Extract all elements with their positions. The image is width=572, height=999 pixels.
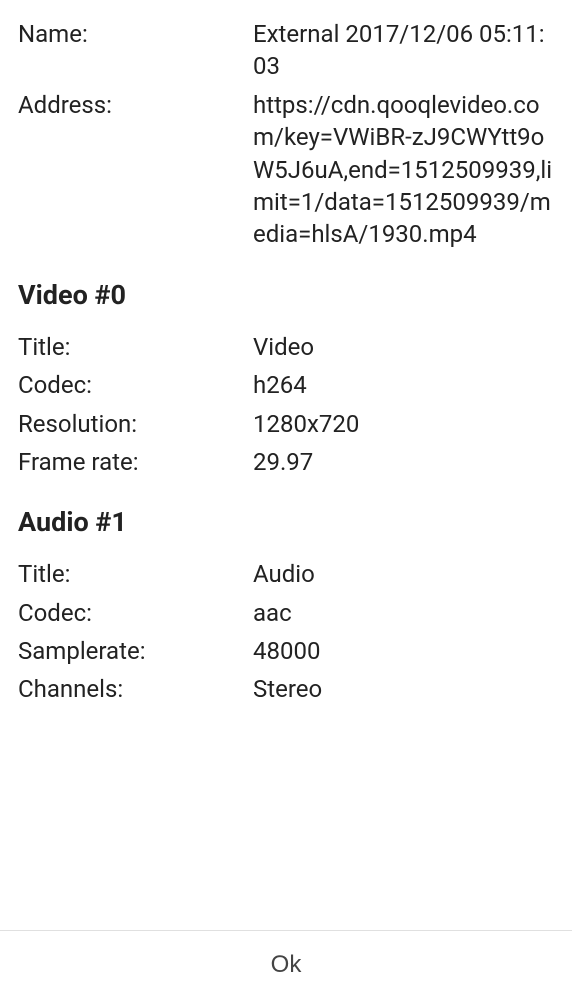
video-section-title: Video #0 xyxy=(18,279,554,311)
video-codec-row: Codec: h264 xyxy=(18,369,554,401)
audio-title-row: Title: Audio xyxy=(18,558,554,590)
video-title-value: Video xyxy=(253,331,554,363)
name-value: External 2017/12/06 05:11:03 xyxy=(253,18,554,83)
audio-title-value: Audio xyxy=(253,558,554,590)
video-codec-value: h264 xyxy=(253,369,554,401)
video-resolution-row: Resolution: 1280x720 xyxy=(18,408,554,440)
name-label: Name: xyxy=(18,18,253,83)
audio-samplerate-row: Samplerate: 48000 xyxy=(18,635,554,667)
audio-codec-label: Codec: xyxy=(18,597,253,629)
address-label: Address: xyxy=(18,89,253,251)
video-resolution-value: 1280x720 xyxy=(253,408,554,440)
audio-channels-label: Channels: xyxy=(18,673,253,705)
video-title-row: Title: Video xyxy=(18,331,554,363)
audio-section-title: Audio #1 xyxy=(18,506,554,538)
audio-samplerate-value: 48000 xyxy=(253,635,554,667)
dialog-footer: Ok xyxy=(0,930,572,999)
address-row: Address: https://cdn.qooqlevideo.com/key… xyxy=(18,89,554,251)
video-codec-label: Codec: xyxy=(18,369,253,401)
video-framerate-row: Frame rate: 29.97 xyxy=(18,446,554,478)
media-info-content: Name: External 2017/12/06 05:11:03 Addre… xyxy=(0,0,572,930)
video-framerate-label: Frame rate: xyxy=(18,446,253,478)
audio-title-label: Title: xyxy=(18,558,253,590)
audio-channels-row: Channels: Stereo xyxy=(18,673,554,705)
video-title-label: Title: xyxy=(18,331,253,363)
video-framerate-value: 29.97 xyxy=(253,446,554,478)
name-row: Name: External 2017/12/06 05:11:03 xyxy=(18,18,554,83)
audio-codec-value: aac xyxy=(253,597,554,629)
ok-button[interactable]: Ok xyxy=(0,931,572,999)
video-resolution-label: Resolution: xyxy=(18,408,253,440)
audio-channels-value: Stereo xyxy=(253,673,554,705)
audio-codec-row: Codec: aac xyxy=(18,597,554,629)
audio-samplerate-label: Samplerate: xyxy=(18,635,253,667)
address-value: https://cdn.qooqlevideo.com/key=VWiBR-zJ… xyxy=(253,89,554,251)
